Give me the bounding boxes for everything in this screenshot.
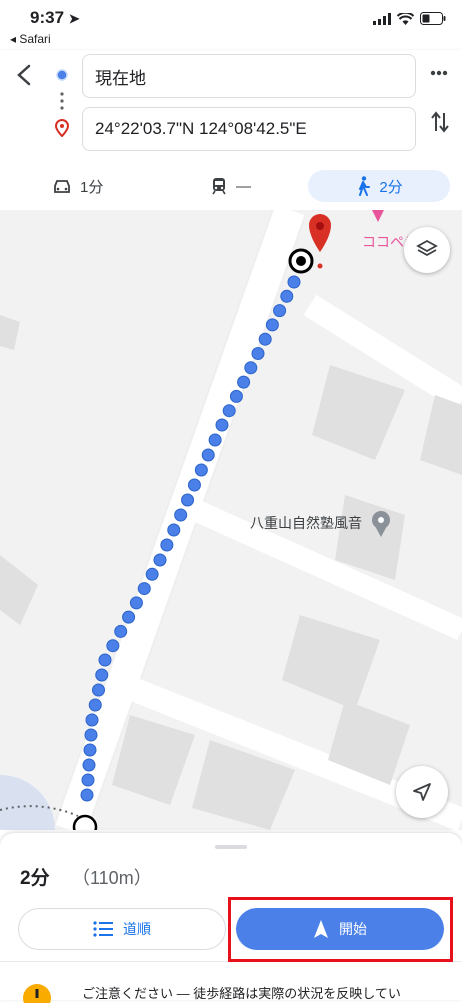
directions-header: 現在地 24°22'03.7"N 124°08'42.5"E 1分 — 2分 xyxy=(0,50,462,210)
route-dot xyxy=(201,448,215,462)
destination-field[interactable]: 24°22'03.7"N 124°08'42.5"E xyxy=(82,107,416,151)
route-dot xyxy=(82,758,96,772)
train-icon xyxy=(212,178,226,195)
car-icon xyxy=(54,180,70,193)
map-canvas xyxy=(0,210,462,830)
destination-pin-icon xyxy=(55,119,69,137)
route-dot xyxy=(98,653,112,667)
route-dot xyxy=(215,418,229,432)
route-distance: （110m） xyxy=(72,868,152,888)
route-dot xyxy=(258,332,272,346)
status-time: 9:37 ➤ xyxy=(30,8,80,27)
route-dot xyxy=(137,582,151,596)
route-dot xyxy=(114,624,128,638)
route-dot xyxy=(251,347,265,360)
walking-notice-text: ご注意ください — 徒歩経路は実際の状況を反映してい xyxy=(82,986,401,1001)
route-dot xyxy=(88,698,102,712)
sheet-drag-handle[interactable] xyxy=(215,845,247,849)
route-dots-icon xyxy=(60,92,64,110)
recenter-button[interactable] xyxy=(396,766,448,818)
map-view[interactable]: ココペラス 八重山自然塾風音 xyxy=(0,210,462,830)
route-dot xyxy=(194,463,208,477)
route-dot xyxy=(280,289,294,303)
route-dot xyxy=(83,743,97,757)
swap-icon[interactable] xyxy=(430,111,450,133)
route-dot xyxy=(244,361,258,375)
route-dot xyxy=(273,304,287,318)
layers-icon xyxy=(416,239,438,257)
route-dot xyxy=(229,389,243,403)
route-dot xyxy=(208,433,222,447)
route-dot xyxy=(237,375,251,389)
walk-icon xyxy=(359,176,371,196)
route-dot xyxy=(145,567,159,581)
origin-text: 現在地 xyxy=(95,68,146,88)
steps-label: 道順 xyxy=(123,921,151,937)
layers-button[interactable] xyxy=(404,227,450,273)
route-dot xyxy=(187,478,201,492)
route-dot xyxy=(129,596,143,610)
mode-car-label: 1分 xyxy=(80,178,104,196)
mode-walk-label: 2分 xyxy=(379,178,403,196)
more-options-icon[interactable] xyxy=(430,70,448,76)
wifi-icon xyxy=(397,12,414,25)
mode-walk-tab[interactable]: 2分 xyxy=(308,170,450,202)
route-dot xyxy=(153,553,167,567)
route-dot xyxy=(167,523,181,537)
mode-car-tab[interactable]: 1分 xyxy=(52,170,103,202)
origin-dot-icon xyxy=(56,69,68,81)
route-dot xyxy=(174,508,188,522)
route-dot xyxy=(287,275,301,289)
mode-transit-label: — xyxy=(236,177,251,195)
route-dot xyxy=(160,538,174,552)
battery-icon xyxy=(420,12,446,25)
route-dot xyxy=(85,713,99,727)
poi-label-kazane[interactable]: 八重山自然塾風音 xyxy=(250,513,362,533)
route-dot xyxy=(95,668,109,682)
route-dot xyxy=(92,683,105,697)
back-arrow-icon[interactable] xyxy=(14,64,36,86)
list-icon xyxy=(93,921,113,937)
mode-transit-tab[interactable]: — xyxy=(210,170,251,202)
route-dot xyxy=(106,639,120,653)
route-dot xyxy=(80,788,94,802)
start-button-highlight xyxy=(228,897,453,962)
origin-field[interactable]: 現在地 xyxy=(82,54,416,98)
route-dot xyxy=(181,493,195,507)
status-icons xyxy=(373,12,446,25)
route-dot xyxy=(122,610,136,624)
navigation-arrow-icon xyxy=(413,783,431,801)
signal-icon xyxy=(373,12,391,25)
route-dot xyxy=(222,404,236,418)
route-dot xyxy=(265,318,279,332)
destination-text: 24°22'03.7"N 124°08'42.5"E xyxy=(95,119,307,138)
warning-icon xyxy=(23,984,51,1003)
steps-button[interactable]: 道順 xyxy=(18,908,226,950)
route-dot xyxy=(84,728,98,742)
route-duration: 2分 xyxy=(20,868,50,889)
route-dot xyxy=(81,773,95,787)
back-to-safari-link[interactable]: ◂ Safari xyxy=(10,32,51,46)
